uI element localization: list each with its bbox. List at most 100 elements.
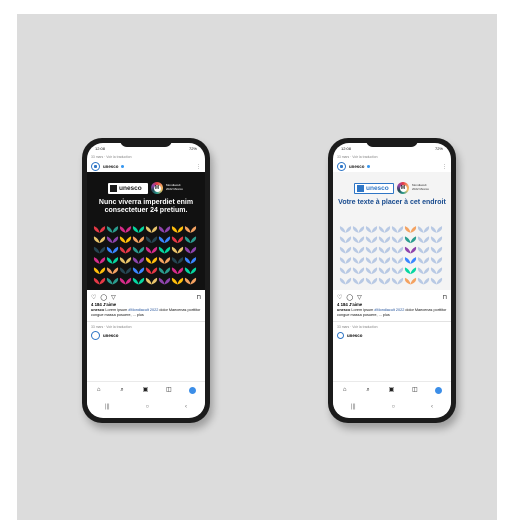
post-actions: ♡ ◯ ▽ ⊓ bbox=[87, 290, 205, 302]
petal-shape bbox=[391, 236, 398, 244]
petal-shape bbox=[151, 246, 158, 254]
petal-shape bbox=[125, 246, 132, 254]
account-name[interactable]: unesco bbox=[349, 164, 364, 169]
post-image[interactable]: unesco M Mondiacult 2022 México Votre te… bbox=[333, 172, 451, 290]
recents-button[interactable]: ||| bbox=[105, 404, 110, 410]
shop-icon[interactable]: ◫ bbox=[412, 387, 418, 393]
account-name[interactable]: unesco bbox=[347, 333, 362, 338]
profile-icon[interactable] bbox=[435, 386, 443, 394]
caption-text: Lorem ipsum bbox=[104, 308, 129, 312]
avatar[interactable] bbox=[337, 162, 346, 171]
caption-hashtag[interactable]: #Mondiacult 2022 bbox=[128, 308, 158, 312]
search-icon[interactable]: ⌕ bbox=[119, 387, 125, 393]
search-icon[interactable]: ⌕ bbox=[365, 387, 371, 393]
share-icon[interactable]: ▽ bbox=[357, 294, 362, 301]
petal-shape bbox=[164, 246, 171, 254]
petal-shape bbox=[391, 257, 398, 264]
account-name[interactable]: unesco bbox=[103, 333, 118, 338]
avatar[interactable] bbox=[337, 332, 344, 339]
mondiacult-logo: M bbox=[151, 182, 163, 194]
petal-shape bbox=[138, 257, 145, 264]
petal-shape bbox=[93, 226, 100, 233]
petal-shape bbox=[358, 236, 365, 244]
home-icon[interactable]: ⌂ bbox=[96, 387, 102, 393]
petal-shape bbox=[384, 236, 391, 244]
reels-icon[interactable]: ▣ bbox=[142, 387, 149, 393]
petal-shape bbox=[145, 267, 152, 275]
post-image[interactable]: unesco M Mondiacult 2022 México Nunc viv… bbox=[87, 172, 205, 290]
petal-shape bbox=[436, 257, 443, 264]
petal-shape bbox=[339, 226, 346, 233]
petal-shape bbox=[410, 246, 417, 254]
petal-shape bbox=[371, 246, 378, 254]
comment-icon[interactable]: ◯ bbox=[346, 294, 353, 301]
petal-shape bbox=[417, 267, 424, 275]
petal-shape bbox=[93, 246, 100, 254]
petal-shape bbox=[190, 226, 197, 233]
reels-icon[interactable]: ▣ bbox=[388, 387, 395, 393]
petal-shape bbox=[190, 267, 197, 275]
caption-user[interactable]: unesco bbox=[91, 308, 104, 312]
save-icon[interactable]: ⊓ bbox=[196, 294, 201, 301]
account-name[interactable]: unesco bbox=[103, 164, 118, 169]
like-icon[interactable]: ♡ bbox=[91, 294, 96, 301]
shop-icon[interactable]: ◫ bbox=[166, 387, 172, 393]
avatar[interactable] bbox=[91, 331, 100, 340]
petal-shape bbox=[352, 226, 359, 233]
avatar[interactable] bbox=[91, 162, 100, 171]
system-nav-bar: ||| ○ ‹ bbox=[87, 400, 205, 414]
petal-shape bbox=[423, 246, 430, 254]
caption-hashtag[interactable]: #Mondiacult 2022 bbox=[374, 308, 404, 312]
petal-shape bbox=[164, 226, 171, 233]
petal-shape bbox=[397, 236, 404, 244]
home-button[interactable]: ○ bbox=[146, 404, 150, 410]
back-button[interactable]: ‹ bbox=[431, 404, 433, 410]
petal-shape bbox=[145, 246, 152, 254]
petal-shape bbox=[358, 277, 365, 285]
comment-icon[interactable]: ◯ bbox=[100, 294, 107, 301]
home-button[interactable]: ○ bbox=[392, 404, 396, 410]
petal-shape bbox=[171, 236, 178, 244]
share-icon[interactable]: ▽ bbox=[111, 294, 116, 301]
phone-notch bbox=[366, 138, 418, 147]
petal-shape bbox=[151, 236, 158, 244]
home-icon[interactable]: ⌂ bbox=[342, 387, 348, 393]
petal-shape bbox=[358, 226, 365, 233]
more-options-icon[interactable]: ⋮ bbox=[442, 164, 447, 170]
petal-shape bbox=[430, 277, 437, 285]
petal-shape bbox=[106, 246, 113, 254]
petal-shape bbox=[384, 246, 391, 254]
caption-user[interactable]: unesco bbox=[337, 308, 350, 312]
petal-shape bbox=[145, 226, 152, 233]
save-icon[interactable]: ⊓ bbox=[442, 294, 447, 301]
petal-shape bbox=[184, 246, 191, 254]
petal-shape bbox=[177, 267, 184, 275]
petal-shape bbox=[423, 277, 430, 285]
petal-shape bbox=[132, 267, 139, 275]
petal-pattern bbox=[93, 226, 197, 285]
petal-shape bbox=[138, 246, 145, 254]
mondiacult-text: Mondiacult 2022 México bbox=[166, 183, 184, 191]
petal-shape bbox=[177, 226, 184, 233]
petal-shape bbox=[365, 226, 372, 233]
petal-shape bbox=[119, 267, 126, 275]
back-button[interactable]: ‹ bbox=[185, 404, 187, 410]
petal-shape bbox=[436, 267, 443, 275]
more-options-icon[interactable]: ⋮ bbox=[196, 164, 201, 170]
profile-icon[interactable] bbox=[189, 386, 197, 394]
petal-shape bbox=[93, 267, 100, 275]
petal-shape bbox=[158, 246, 165, 254]
petal-shape bbox=[352, 236, 359, 244]
petal-shape bbox=[371, 226, 378, 233]
petal-shape bbox=[138, 267, 145, 275]
petal-shape bbox=[119, 246, 126, 254]
petal-shape bbox=[365, 277, 372, 285]
petal-shape bbox=[112, 257, 119, 264]
petal-shape bbox=[112, 236, 119, 244]
petal-shape bbox=[138, 226, 145, 233]
like-icon[interactable]: ♡ bbox=[337, 294, 342, 301]
petal-shape bbox=[106, 257, 113, 264]
recents-button[interactable]: ||| bbox=[351, 404, 356, 410]
phone-screen: 12:08 72% 33 mars · Voir la traduction u… bbox=[87, 143, 205, 418]
bottom-nav: ⌂ ⌕ ▣ ◫ bbox=[333, 381, 451, 398]
